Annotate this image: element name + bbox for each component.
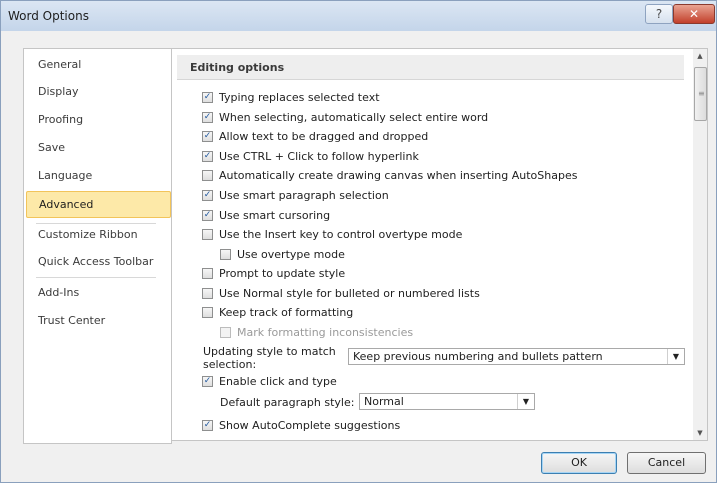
nav-item-customize-ribbon[interactable]: Customize Ribbon	[26, 224, 171, 246]
close-icon: ✕	[688, 7, 700, 21]
updating-style-label-line2: selection:	[203, 358, 257, 371]
nav-item-add-ins[interactable]: Add-Ins	[26, 282, 171, 304]
option-label: Mark formatting inconsistencies	[237, 326, 414, 339]
close-button[interactable]: ✕	[673, 4, 715, 24]
option-label: Allow text to be dragged and dropped	[219, 130, 429, 143]
chevron-down-icon[interactable]: ▼	[667, 349, 684, 364]
window-title: Word Options	[8, 9, 89, 23]
option-label: Automatically create drawing canvas when…	[219, 169, 578, 182]
nav-item-advanced[interactable]: Advanced	[26, 191, 171, 218]
checkbox[interactable]: ✓	[202, 130, 213, 142]
updating-style-label: Updating style to match selection:	[203, 345, 336, 371]
chevron-down-icon[interactable]: ▼	[517, 394, 534, 409]
option-smart-paragraph[interactable]: ✓ Use smart paragraph selection	[202, 188, 389, 204]
option-label: Enable click and type	[219, 375, 337, 388]
option-ctrl-click-hyperlink[interactable]: ✓ Use CTRL + Click to follow hyperlink	[202, 149, 419, 165]
option-typing-replaces[interactable]: ✓ Typing replaces selected text	[202, 90, 380, 106]
vertical-scrollbar[interactable]: ▲ ≡ ▼	[693, 49, 707, 440]
option-prompt-update-style[interactable]: Prompt to update style	[202, 266, 345, 282]
option-label: Use CTRL + Click to follow hyperlink	[219, 150, 419, 163]
checkbox	[220, 326, 231, 338]
default-paragraph-style-value: Normal	[364, 395, 404, 408]
word-options-dialog: Word Options ? ✕ General Display Proofin…	[0, 0, 717, 483]
option-select-entire-word[interactable]: ✓ When selecting, automatically select en…	[202, 110, 488, 126]
checkbox[interactable]: ✓	[202, 419, 213, 431]
option-keep-track-formatting[interactable]: Keep track of formatting	[202, 305, 353, 321]
default-paragraph-style-select[interactable]: Normal ▼	[359, 393, 535, 410]
checkbox[interactable]: ✓	[202, 91, 213, 103]
option-overtype-mode[interactable]: Use overtype mode	[220, 247, 345, 263]
checkbox[interactable]	[220, 248, 231, 260]
help-icon: ?	[655, 7, 663, 21]
checkbox[interactable]	[202, 306, 213, 318]
checkbox[interactable]	[202, 169, 213, 181]
checkbox[interactable]: ✓	[202, 189, 213, 201]
option-smart-cursoring[interactable]: ✓ Use smart cursoring	[202, 208, 330, 224]
checkbox[interactable]	[202, 228, 213, 240]
checkbox[interactable]: ✓	[202, 150, 213, 162]
option-label: Typing replaces selected text	[219, 91, 380, 104]
dialog-body: General Display Proofing Save Language A…	[10, 32, 708, 474]
nav-item-trust-center[interactable]: Trust Center	[26, 310, 171, 332]
scroll-thumb[interactable]: ≡	[694, 67, 707, 121]
option-insert-key-overtype[interactable]: Use the Insert key to control overtype m…	[202, 227, 462, 243]
section-title: Editing options	[190, 61, 285, 74]
advanced-options-panel: Editing options ✓ Typing replaces selecte…	[171, 48, 708, 441]
nav-item-save[interactable]: Save	[26, 137, 171, 159]
option-label: Prompt to update style	[219, 267, 346, 280]
updating-style-label-line1: Updating style to match	[203, 345, 336, 358]
option-drawing-canvas[interactable]: Automatically create drawing canvas when…	[202, 168, 577, 184]
option-show-autocomplete[interactable]: ✓ Show AutoComplete suggestions	[202, 418, 400, 434]
category-nav: General Display Proofing Save Language A…	[23, 48, 172, 444]
option-drag-and-drop[interactable]: ✓ Allow text to be dragged and dropped	[202, 129, 428, 145]
title-bar: Word Options ? ✕	[1, 1, 716, 31]
nav-item-language[interactable]: Language	[26, 165, 171, 187]
grip-icon: ≡	[698, 89, 705, 98]
option-enable-click-and-type[interactable]: ✓ Enable click and type	[202, 374, 337, 390]
default-paragraph-style-label: Default paragraph style:	[220, 396, 355, 409]
checkbox[interactable]: ✓	[202, 209, 213, 221]
option-label: Use smart paragraph selection	[219, 189, 389, 202]
nav-item-general[interactable]: General	[26, 54, 171, 76]
checkbox[interactable]	[202, 267, 213, 279]
checkbox[interactable]: ✓	[202, 375, 213, 387]
help-button[interactable]: ?	[645, 4, 673, 24]
option-label: Keep track of formatting	[219, 306, 354, 319]
option-label: Use Normal style for bulleted or numbere…	[219, 287, 480, 300]
option-label: Use smart cursoring	[219, 209, 331, 222]
scroll-down-icon[interactable]: ▼	[693, 426, 707, 440]
updating-style-select[interactable]: Keep previous numbering and bullets patt…	[348, 348, 685, 365]
nav-item-proofing[interactable]: Proofing	[26, 109, 171, 131]
option-label: Use overtype mode	[237, 248, 345, 261]
scroll-up-icon[interactable]: ▲	[693, 49, 707, 63]
option-mark-formatting-inconsistencies: Mark formatting inconsistencies	[220, 325, 413, 341]
option-label: Show AutoComplete suggestions	[219, 419, 401, 432]
updating-style-value: Keep previous numbering and bullets patt…	[353, 350, 603, 363]
option-label: When selecting, automatically select ent…	[219, 111, 489, 124]
checkbox[interactable]: ✓	[202, 111, 213, 123]
cancel-button[interactable]: Cancel	[627, 452, 706, 474]
section-header: Editing options	[177, 55, 684, 80]
ok-button[interactable]: OK	[541, 452, 617, 474]
option-normal-style-lists[interactable]: Use Normal style for bulleted or numbere…	[202, 286, 480, 302]
nav-divider	[36, 277, 156, 278]
nav-item-display[interactable]: Display	[26, 81, 171, 103]
option-label: Use the Insert key to control overtype m…	[219, 228, 463, 241]
nav-item-quick-access-toolbar[interactable]: Quick Access Toolbar	[26, 251, 171, 273]
checkbox[interactable]	[202, 287, 213, 299]
